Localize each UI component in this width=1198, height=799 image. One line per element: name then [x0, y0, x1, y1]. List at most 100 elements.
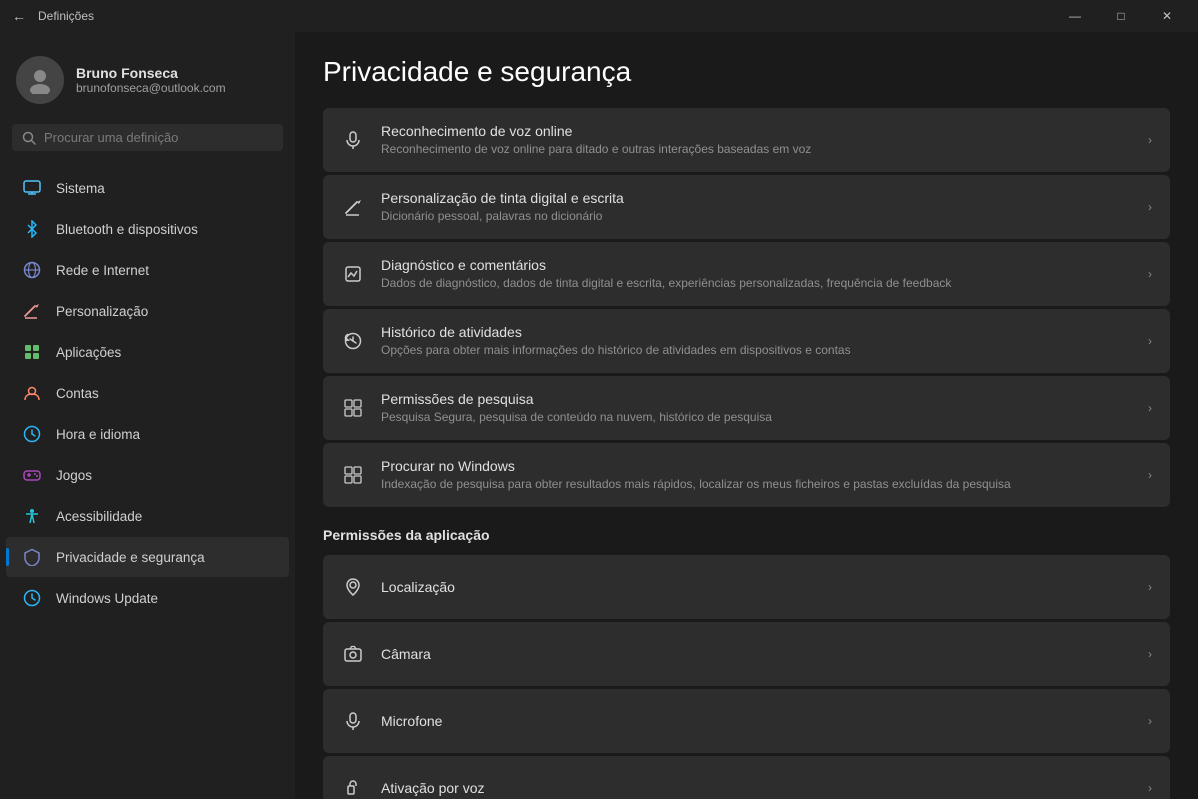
acessibilidade-icon	[22, 506, 42, 526]
titlebar-left: ← Definições	[12, 8, 94, 24]
settings-item-ativacao-voz[interactable]: Ativação por voz ›	[323, 756, 1170, 799]
sidebar-item-label: Acessibilidade	[56, 509, 142, 524]
personalizacao-icon	[22, 301, 42, 321]
sidebar-item-windows-update[interactable]: Windows Update	[6, 578, 289, 618]
item-title-reconhecimento-voz: Reconhecimento de voz online	[381, 123, 1132, 139]
localizacao-icon	[341, 575, 365, 599]
titlebar-controls: — □ ✕	[1052, 0, 1190, 32]
chevron-icon-reconhecimento-voz: ›	[1148, 133, 1152, 147]
sidebar-item-label: Personalização	[56, 304, 148, 319]
item-subtitle-personalizacao-tinta: Dicionário pessoal, palavras no dicionár…	[381, 208, 1132, 225]
settings-item-camara[interactable]: Câmara ›	[323, 622, 1170, 686]
user-info: Bruno Fonseca brunofonseca@outlook.com	[76, 65, 226, 95]
windows-update-icon	[22, 588, 42, 608]
search-box[interactable]	[12, 124, 283, 151]
item-text-diagnostico: Diagnóstico e comentários Dados de diagn…	[381, 257, 1132, 292]
item-text-localizacao: Localização	[381, 579, 1132, 595]
item-subtitle-permissoes-pesquisa: Pesquisa Segura, pesquisa de conteúdo na…	[381, 409, 1132, 426]
ativacao-voz-icon	[341, 776, 365, 799]
item-text-personalizacao-tinta: Personalização de tinta digital e escrit…	[381, 190, 1132, 225]
privacidade-icon	[22, 547, 42, 567]
sidebar-item-label: Contas	[56, 386, 99, 401]
item-title-personalizacao-tinta: Personalização de tinta digital e escrit…	[381, 190, 1132, 206]
sidebar-item-contas[interactable]: Contas	[6, 373, 289, 413]
user-name: Bruno Fonseca	[76, 65, 226, 81]
aplicacoes-icon	[22, 342, 42, 362]
sidebar-item-bluetooth[interactable]: Bluetooth e dispositivos	[6, 209, 289, 249]
sidebar-item-personalizacao[interactable]: Personalização	[6, 291, 289, 331]
settings-item-personalizacao-tinta[interactable]: Personalização de tinta digital e escrit…	[323, 175, 1170, 239]
item-text-procurar-windows: Procurar no Windows Indexação de pesquis…	[381, 458, 1132, 493]
avatar	[16, 56, 64, 104]
sidebar-item-rede[interactable]: Rede e Internet	[6, 250, 289, 290]
item-text-reconhecimento-voz: Reconhecimento de voz online Reconhecime…	[381, 123, 1132, 158]
close-button[interactable]: ✕	[1144, 0, 1190, 32]
settings-item-permissoes-pesquisa[interactable]: Permissões de pesquisa Pesquisa Segura, …	[323, 376, 1170, 440]
sidebar-item-aplicacoes[interactable]: Aplicações	[6, 332, 289, 372]
sidebar-item-jogos[interactable]: Jogos	[6, 455, 289, 495]
search-icon	[22, 131, 36, 145]
settings-item-microfone[interactable]: Microfone ›	[323, 689, 1170, 753]
settings-item-historico[interactable]: Histórico de atividades Opções para obte…	[323, 309, 1170, 373]
chevron-icon-personalizacao-tinta: ›	[1148, 200, 1152, 214]
titlebar-title: Definições	[38, 9, 94, 23]
settings-list: Reconhecimento de voz online Reconhecime…	[323, 108, 1170, 507]
jogos-icon	[22, 465, 42, 485]
page-title: Privacidade e segurança	[323, 32, 1170, 108]
chevron-icon-permissoes-pesquisa: ›	[1148, 401, 1152, 415]
item-text-historico: Histórico de atividades Opções para obte…	[381, 324, 1132, 359]
sistema-icon	[22, 178, 42, 198]
item-subtitle-reconhecimento-voz: Reconhecimento de voz online para ditado…	[381, 141, 1132, 158]
personalizacao-tinta-icon	[341, 195, 365, 219]
sidebar-item-label: Windows Update	[56, 591, 158, 606]
nav-list: Sistema Bluetooth e dispositivos Rede e …	[0, 167, 295, 619]
diagnostico-icon	[341, 262, 365, 286]
item-title-microfone: Microfone	[381, 713, 1132, 729]
item-subtitle-historico: Opções para obter mais informações do hi…	[381, 342, 1132, 359]
section-permissions-header: Permissões da aplicação	[323, 507, 1170, 555]
item-title-historico: Histórico de atividades	[381, 324, 1132, 340]
minimize-button[interactable]: —	[1052, 0, 1098, 32]
settings-item-reconhecimento-voz[interactable]: Reconhecimento de voz online Reconhecime…	[323, 108, 1170, 172]
bluetooth-icon	[22, 219, 42, 239]
search-input[interactable]	[44, 130, 273, 145]
item-text-ativacao-voz: Ativação por voz	[381, 780, 1132, 796]
item-title-ativacao-voz: Ativação por voz	[381, 780, 1132, 796]
historico-icon	[341, 329, 365, 353]
sidebar-item-label: Rede e Internet	[56, 263, 149, 278]
contas-icon	[22, 383, 42, 403]
content-area: Privacidade e segurança Reconhecimento d…	[295, 32, 1198, 799]
sidebar-item-acessibilidade[interactable]: Acessibilidade	[6, 496, 289, 536]
item-title-procurar-windows: Procurar no Windows	[381, 458, 1132, 474]
sidebar-item-label: Privacidade e segurança	[56, 550, 205, 565]
sidebar-item-label: Hora e idioma	[56, 427, 140, 442]
back-button[interactable]: ←	[12, 8, 26, 24]
sidebar-item-sistema[interactable]: Sistema	[6, 168, 289, 208]
chevron-icon-historico: ›	[1148, 334, 1152, 348]
item-title-camara: Câmara	[381, 646, 1132, 662]
item-title-permissoes-pesquisa: Permissões de pesquisa	[381, 391, 1132, 407]
item-subtitle-procurar-windows: Indexação de pesquisa para obter resulta…	[381, 476, 1132, 493]
user-profile[interactable]: Bruno Fonseca brunofonseca@outlook.com	[0, 44, 295, 124]
item-title-diagnostico: Diagnóstico e comentários	[381, 257, 1132, 273]
chevron-icon-procurar-windows: ›	[1148, 468, 1152, 482]
sidebar: Bruno Fonseca brunofonseca@outlook.com S…	[0, 32, 295, 799]
settings-item-procurar-windows[interactable]: Procurar no Windows Indexação de pesquis…	[323, 443, 1170, 507]
item-subtitle-diagnostico: Dados de diagnóstico, dados de tinta dig…	[381, 275, 1132, 292]
procurar-windows-icon	[341, 463, 365, 487]
settings-item-diagnostico[interactable]: Diagnóstico e comentários Dados de diagn…	[323, 242, 1170, 306]
sidebar-item-hora[interactable]: Hora e idioma	[6, 414, 289, 454]
item-text-camara: Câmara	[381, 646, 1132, 662]
item-title-localizacao: Localização	[381, 579, 1132, 595]
sidebar-item-label: Sistema	[56, 181, 105, 196]
sidebar-item-privacidade[interactable]: Privacidade e segurança	[6, 537, 289, 577]
app-body: Bruno Fonseca brunofonseca@outlook.com S…	[0, 32, 1198, 799]
app-permissions-list: Localização › Câmara › Microfone › Ativa…	[323, 555, 1170, 799]
titlebar: ← Definições — □ ✕	[0, 0, 1198, 32]
maximize-button[interactable]: □	[1098, 0, 1144, 32]
microfone-icon	[341, 709, 365, 733]
chevron-icon-microfone: ›	[1148, 714, 1152, 728]
settings-item-localizacao[interactable]: Localização ›	[323, 555, 1170, 619]
camara-icon	[341, 642, 365, 666]
item-text-permissoes-pesquisa: Permissões de pesquisa Pesquisa Segura, …	[381, 391, 1132, 426]
